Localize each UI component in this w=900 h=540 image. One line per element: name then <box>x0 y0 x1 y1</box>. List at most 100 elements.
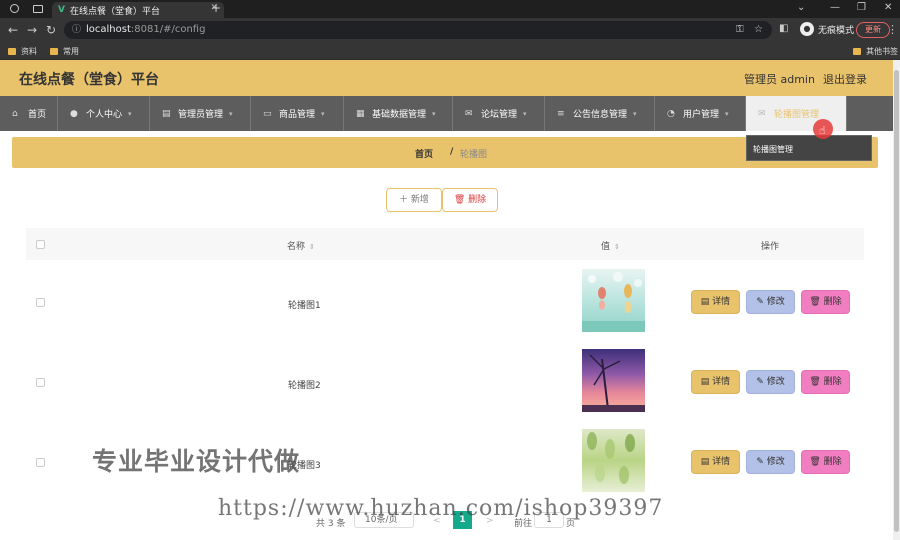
nav-item-notice[interactable]: ≡ 公告信息管理 ▾ <box>545 96 655 131</box>
file-icon: ▤ <box>700 297 713 307</box>
nav-item-home[interactable]: ⌂ 首页 <box>0 96 58 131</box>
menu-icon: ≡ <box>557 108 565 119</box>
detail-button[interactable]: ▤ 详情 <box>691 290 740 314</box>
other-bookmarks[interactable]: 其他书签 <box>853 46 898 57</box>
dropdown-item-carousel[interactable]: 轮播图管理 <box>753 145 793 154</box>
logout-link[interactable]: 退出登录 <box>823 71 867 87</box>
admin-username: 管理员 admin <box>744 73 815 86</box>
tab-overview-icon[interactable] <box>33 5 43 13</box>
lanterns-image <box>582 272 645 332</box>
breadcrumb-current: 轮播图 <box>460 150 488 160</box>
nav-label: 管理员管理 <box>178 110 224 120</box>
nav-dropdown: 轮播图管理 <box>746 135 872 161</box>
edit-label: 修改 <box>766 457 785 467</box>
bookmark-folder-1[interactable]: 资料 <box>8 46 37 57</box>
more-menu-icon[interactable]: ⋮ <box>887 23 898 36</box>
update-button[interactable]: 更新 <box>856 22 890 38</box>
vue-logo-icon: V <box>58 5 65 15</box>
row-checkbox[interactable] <box>36 458 45 467</box>
detail-label: 详情 <box>712 297 731 307</box>
mail-icon: ✉ <box>465 108 473 119</box>
row-checkbox[interactable] <box>36 298 45 307</box>
watermark-url: https://www.huzhan.com/ishop39397 <box>218 496 664 521</box>
tab-search-icon[interactable]: ⌄ <box>797 2 805 13</box>
add-button[interactable]: ＋ 新增 <box>386 188 442 212</box>
file-icon: ▤ <box>700 457 713 467</box>
detail-button[interactable]: ▤ 详情 <box>691 370 740 394</box>
reload-icon[interactable]: ↻ <box>46 23 56 37</box>
column-header-value[interactable]: 值 ⇕ <box>601 239 620 252</box>
carousel-image-thumbnail[interactable] <box>582 269 645 332</box>
new-tab-icon[interactable]: + <box>211 1 221 15</box>
column-value-label: 值 <box>601 242 611 252</box>
maximize-icon[interactable]: ❐ <box>857 2 866 13</box>
detail-label: 详情 <box>712 457 731 467</box>
nav-item-goods[interactable]: ▭ 商品管理 ▾ <box>251 96 344 131</box>
back-icon[interactable]: ← <box>8 23 18 37</box>
bookmark-folder-2[interactable]: 常用 <box>50 46 79 57</box>
column-header-name[interactable]: 名称 ⇕ <box>287 239 315 252</box>
carousel-image-thumbnail[interactable] <box>582 429 645 492</box>
select-all-checkbox[interactable] <box>36 240 45 249</box>
chevron-down-icon: ▾ <box>128 109 132 118</box>
column-header-ops: 操作 <box>761 242 780 252</box>
browser-tab[interactable]: V 在线点餐（堂食）平台 ✕ <box>52 2 224 18</box>
monitor-icon: ▭ <box>263 108 272 119</box>
forward-icon[interactable]: → <box>27 23 37 37</box>
home-icon: ⌂ <box>12 108 18 119</box>
sidepanel-icon[interactable]: ◧ <box>779 23 788 34</box>
sort-icon[interactable]: ⇕ <box>309 243 315 251</box>
site-info-icon[interactable]: ⓘ <box>72 21 81 39</box>
breadcrumb-home[interactable]: 首页 <box>415 147 433 160</box>
edit-button[interactable]: ✎ 修改 <box>746 290 795 314</box>
row-name: 轮播图1 <box>288 301 321 311</box>
sort-icon[interactable]: ⇕ <box>614 243 620 251</box>
carousel-image-thumbnail[interactable] <box>582 349 645 412</box>
browser-tab-bar: V 在线点餐（堂食）平台 ✕ + ⌄ — ❐ ✕ <box>0 0 900 18</box>
app-title: 在线点餐（堂食）平台 <box>19 72 159 88</box>
address-bar-row: ← → ↻ ⓘ localhost:8081/#/config ⚿ ☆ ◧ ● … <box>0 18 900 42</box>
breadcrumb-separator: / <box>450 147 454 157</box>
batch-delete-button[interactable]: 🗑 删除 <box>442 188 498 212</box>
trash-icon: 🗑 <box>809 297 824 307</box>
table-header: 名称 ⇕ 值 ⇕ 操作 <box>26 228 864 260</box>
incognito-label: 无痕模式 <box>818 25 855 36</box>
chevron-down-icon: ▾ <box>725 109 729 118</box>
table-row: 轮播图1 ▤ 详情 ✎ 修改 🗑 删除 <box>26 262 864 342</box>
nav-item-base-data[interactable]: ▦ 基础数据管理 ▾ <box>344 96 453 131</box>
edit-button[interactable]: ✎ 修改 <box>746 450 795 474</box>
folder-icon <box>853 48 861 55</box>
delete-label: 删除 <box>823 297 842 307</box>
delete-button[interactable]: 🗑 删除 <box>801 290 850 314</box>
row-checkbox[interactable] <box>36 378 45 387</box>
scrollbar-thumb[interactable] <box>894 70 899 532</box>
chevron-down-icon: ▾ <box>432 109 436 118</box>
nav-item-users[interactable]: ◔ 用户管理 ▾ <box>655 96 746 131</box>
detail-label: 详情 <box>712 377 731 387</box>
key-icon[interactable]: ⚿ <box>736 21 744 39</box>
nav-label: 商品管理 <box>279 110 316 120</box>
nav-item-admins[interactable]: ▤ 管理员管理 ▾ <box>150 96 251 131</box>
incognito-icon: ● <box>800 22 814 36</box>
nav-label: 基础数据管理 <box>372 110 427 120</box>
nav-item-forum[interactable]: ✉ 论坛管理 ▾ <box>453 96 545 131</box>
close-window-icon[interactable]: ✕ <box>884 2 892 13</box>
pencil-icon: ✎ <box>756 457 767 467</box>
chevron-down-icon: ▾ <box>229 109 233 118</box>
delete-button[interactable]: 🗑 删除 <box>801 370 850 394</box>
url-input[interactable]: ⓘ localhost:8081/#/config ⚿ ☆ <box>64 21 772 39</box>
edit-button[interactable]: ✎ 修改 <box>746 370 795 394</box>
detail-button[interactable]: ▤ 详情 <box>691 450 740 474</box>
nav-label: 轮播图管理 <box>774 110 820 120</box>
minimize-icon[interactable]: — <box>830 2 840 13</box>
star-icon[interactable]: ☆ <box>754 21 763 39</box>
nav-item-profile[interactable]: ● 个人中心 ▾ <box>58 96 150 131</box>
delete-label: 删除 <box>823 377 842 387</box>
table-row: 轮播图2 ▤ 详情 ✎ 修改 🗑 删除 <box>26 342 864 422</box>
folder-icon <box>8 48 16 55</box>
chevron-down-icon: ▾ <box>523 109 527 118</box>
list-icon: ▦ <box>356 108 365 119</box>
users-icon: ◔ <box>667 108 675 119</box>
delete-button[interactable]: 🗑 删除 <box>801 450 850 474</box>
incognito-profile[interactable]: ● 无痕模式 <box>800 22 854 36</box>
